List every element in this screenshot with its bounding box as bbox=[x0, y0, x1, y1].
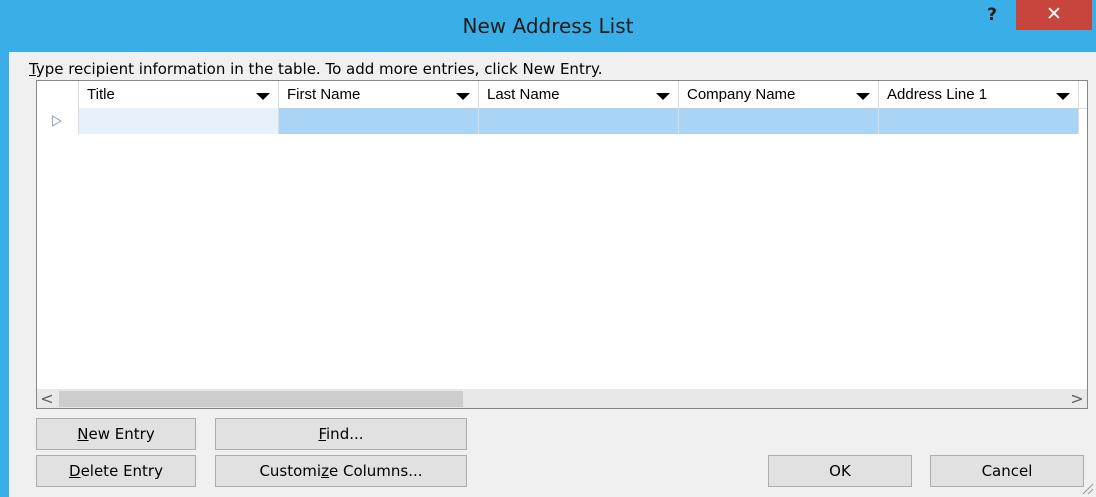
address-list-table[interactable]: Title First Name Last Name Company Name … bbox=[36, 80, 1088, 409]
scrollbar-thumb[interactable] bbox=[59, 391, 463, 407]
column-label: Address Line 1 bbox=[887, 86, 988, 103]
cell-first-name[interactable] bbox=[279, 108, 479, 134]
button-label-post: ind... bbox=[326, 425, 364, 443]
table-header: Title First Name Last Name Company Name … bbox=[37, 81, 1087, 109]
column-dropdown-arrow-icon[interactable] bbox=[1056, 93, 1070, 100]
horizontal-scrollbar[interactable]: < > bbox=[37, 389, 1087, 408]
new-address-list-dialog: New Address List ? ✕ Type recipient info… bbox=[0, 0, 1096, 497]
find-button[interactable]: Find... bbox=[215, 418, 467, 450]
button-access-key: F bbox=[318, 425, 327, 443]
button-access-key: D bbox=[69, 462, 81, 480]
row-selector[interactable] bbox=[37, 108, 79, 134]
button-access-key: N bbox=[77, 425, 89, 443]
cell-last-name[interactable] bbox=[479, 108, 679, 134]
table-row[interactable] bbox=[37, 108, 1087, 134]
current-row-triangle-icon bbox=[52, 115, 62, 127]
column-dropdown-arrow-icon[interactable] bbox=[656, 93, 670, 100]
button-label-post: e Columns... bbox=[328, 462, 423, 480]
dialog-title: New Address List bbox=[462, 14, 634, 38]
table-corner-cell bbox=[37, 81, 79, 108]
column-label: Title bbox=[87, 86, 115, 103]
help-button[interactable]: ? bbox=[970, 2, 1014, 28]
column-header-first-name[interactable]: First Name bbox=[279, 81, 479, 108]
cell-address-line-1[interactable] bbox=[879, 108, 1079, 134]
column-header-title[interactable]: Title bbox=[79, 81, 279, 108]
new-entry-button[interactable]: New Entry bbox=[36, 418, 196, 450]
instructions-access-key: T bbox=[29, 60, 36, 78]
column-header-address-line-1[interactable]: Address Line 1 bbox=[879, 81, 1079, 108]
button-access-key: z bbox=[321, 462, 329, 480]
instructions-rest: ype recipient information in the table. … bbox=[35, 60, 603, 78]
close-button[interactable]: ✕ bbox=[1016, 0, 1092, 30]
instructions-text: Type recipient information in the table.… bbox=[29, 60, 603, 78]
column-header-last-name[interactable]: Last Name bbox=[479, 81, 679, 108]
column-label: Last Name bbox=[487, 86, 560, 103]
button-label-post: ew Entry bbox=[88, 425, 155, 443]
column-label: First Name bbox=[287, 86, 361, 103]
title-bar: New Address List ? ✕ bbox=[0, 0, 1096, 52]
resize-grip-icon[interactable] bbox=[1080, 481, 1094, 495]
column-dropdown-arrow-icon[interactable] bbox=[456, 93, 470, 100]
column-dropdown-arrow-icon[interactable] bbox=[856, 93, 870, 100]
customize-columns-button[interactable]: Customize Columns... bbox=[215, 455, 467, 487]
button-label-post: elete Entry bbox=[80, 462, 163, 480]
scroll-right-arrow-icon[interactable]: > bbox=[1067, 389, 1087, 408]
column-label: Company Name bbox=[687, 86, 796, 103]
scroll-left-arrow-icon[interactable]: < bbox=[37, 389, 57, 408]
cancel-button[interactable]: Cancel bbox=[930, 455, 1084, 487]
cell-company-name[interactable] bbox=[679, 108, 879, 134]
delete-entry-button[interactable]: Delete Entry bbox=[36, 455, 196, 487]
ok-button[interactable]: OK bbox=[768, 455, 912, 487]
cell-title[interactable] bbox=[79, 108, 279, 134]
column-dropdown-arrow-icon[interactable] bbox=[256, 93, 270, 100]
column-header-company-name[interactable]: Company Name bbox=[679, 81, 879, 108]
button-label-pre: Customi bbox=[259, 462, 322, 480]
